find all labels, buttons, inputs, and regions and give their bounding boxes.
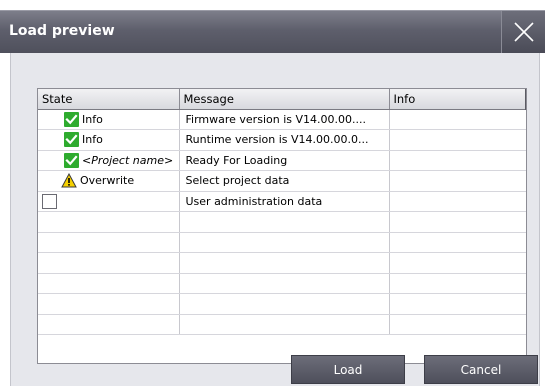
state-cell: Overwrite	[38, 170, 180, 192]
load-preview-grid: State Message Info Info Firmware version …	[37, 88, 527, 364]
state-label: <Project name>	[82, 153, 174, 167]
empty-cell	[38, 232, 180, 253]
empty-cell	[179, 314, 390, 335]
column-header-message[interactable]: Message	[179, 89, 390, 110]
empty-table-row	[38, 293, 526, 315]
empty-cell	[38, 252, 180, 274]
close-icon	[513, 22, 534, 42]
empty-cell	[389, 314, 526, 335]
message-cell: Firmware version is V14.00.00....	[179, 109, 390, 130]
table-row[interactable]: <Project name> Ready For Loading	[38, 150, 526, 171]
load-preview-dialog: Load preview State Message Info Info Firm…	[0, 0, 545, 386]
load-preview-table: State Message Info Info Firmware version …	[38, 89, 526, 335]
empty-table-row	[38, 252, 526, 274]
check-icon	[62, 111, 80, 127]
state-cell: <Project name>	[38, 150, 180, 171]
column-header-info[interactable]: Info	[389, 89, 526, 110]
table-row[interactable]: User administration data	[38, 191, 526, 212]
table-row[interactable]: Info Runtime version is V14.00.00.0...	[38, 129, 526, 151]
state-cell: Info	[38, 129, 180, 151]
info-cell	[389, 150, 526, 171]
dialog-title: Load preview	[9, 23, 115, 39]
load-button[interactable]: Load	[291, 355, 405, 384]
message-cell: Select project data	[179, 170, 390, 192]
empty-cell	[389, 273, 526, 294]
message-cell: Runtime version is V14.00.00.0...	[179, 129, 390, 151]
empty-cell	[179, 273, 390, 294]
state-label: Overwrite	[80, 174, 135, 188]
warning-icon	[60, 173, 78, 189]
empty-cell	[38, 273, 180, 294]
dialog-content: State Message Info Info Firmware version …	[10, 53, 540, 386]
empty-cell	[389, 211, 526, 233]
empty-table-row	[38, 273, 526, 294]
message-cell: User administration data	[179, 191, 390, 212]
empty-table-row	[38, 314, 526, 335]
state-label: Info	[82, 133, 103, 147]
empty-cell	[179, 211, 390, 233]
state-label: Info	[82, 112, 103, 126]
check-icon	[62, 132, 80, 148]
message-cell: Ready For Loading	[179, 150, 390, 171]
empty-cell	[38, 211, 180, 233]
empty-cell	[389, 293, 526, 315]
column-header-state[interactable]: State	[38, 89, 180, 110]
table-header-row: State Message Info	[38, 89, 526, 110]
empty-cell	[179, 293, 390, 315]
table-body: Info Firmware version is V14.00.00.... Inf…	[38, 109, 526, 335]
info-cell	[389, 109, 526, 130]
info-cell	[389, 170, 526, 192]
empty-cell	[179, 232, 390, 253]
state-cell	[38, 191, 180, 212]
info-cell	[389, 129, 526, 151]
info-cell	[389, 191, 526, 212]
empty-cell	[179, 252, 390, 274]
cancel-button[interactable]: Cancel	[424, 355, 538, 384]
title-bar: Load preview	[0, 10, 545, 53]
state-cell: Info	[38, 109, 180, 130]
table-row[interactable]: Info Firmware version is V14.00.00....	[38, 109, 526, 130]
close-button[interactable]	[501, 11, 545, 53]
empty-table-row	[38, 211, 526, 233]
checkbox-icon[interactable]	[40, 193, 58, 209]
empty-table-row	[38, 232, 526, 253]
empty-cell	[38, 293, 180, 315]
table-row[interactable]: Overwrite Select project data	[38, 170, 526, 192]
empty-cell	[389, 232, 526, 253]
check-icon	[62, 152, 80, 168]
empty-cell	[389, 252, 526, 274]
empty-cell	[38, 314, 180, 335]
